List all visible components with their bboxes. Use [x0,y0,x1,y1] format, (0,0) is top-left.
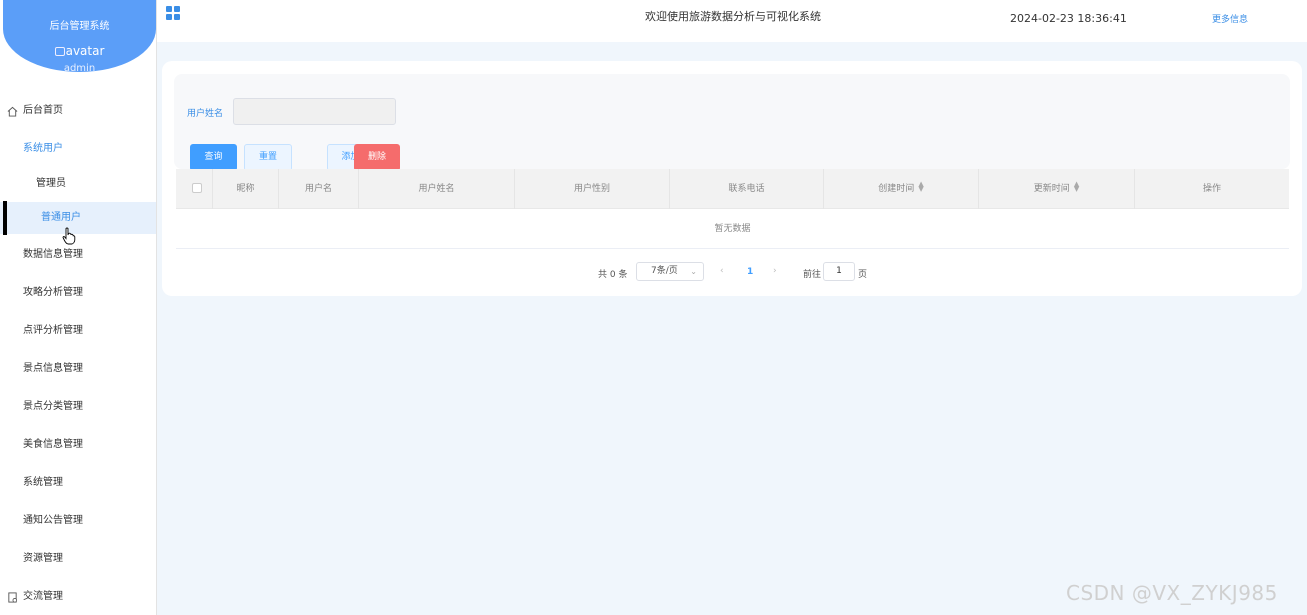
sidebar: 后台管理系统 avatar admin 后台首页 系统用户 管理员 普通用户 数… [0,0,157,615]
sidebar-item-label: 后台首页 [23,105,63,116]
watermark: CSDN @VX_ZYKJ985 [1066,581,1278,605]
menu-toggle-icon[interactable] [166,6,180,20]
system-name: 后台管理系统 [49,21,110,32]
col-actions: 操作 [1202,184,1221,194]
avatar-alt: avatar [65,44,105,58]
sidebar-item-label: 交流管理 [23,591,63,602]
col-username: 用户名 [279,169,359,209]
col-created-label: 创建时间 [878,184,915,194]
filter-panel: 用户姓名 查询 重置 添加 删除 [174,74,1290,171]
search-button[interactable]: 查询 [190,144,237,171]
sidebar-item-label: 普通用户 [41,212,81,223]
select-all-cell [176,169,213,209]
sidebar-item-exchange[interactable]: 交流管理 [0,581,156,613]
sort-icon[interactable]: ▲ ▼ [918,181,923,193]
sidebar-item-home[interactable]: 后台首页 [0,95,156,127]
empty-state: 暂无数据 [176,209,1289,249]
broken-image-icon [54,47,65,56]
home-icon [7,106,18,117]
chevron-down-icon: ⌄ [690,267,697,276]
sidebar-item-system-mgmt[interactable]: 系统管理 [0,467,156,499]
sidebar-item-label: 系统管理 [23,477,63,488]
sidebar-header: 后台管理系统 avatar admin [3,0,156,74]
goto-label: 前往 [803,270,822,280]
sidebar-item-review[interactable]: 点评分析管理 [0,315,156,347]
sidebar-item-normal-users[interactable]: 普通用户 [0,202,156,234]
sidebar-item-scenic-info[interactable]: 景点信息管理 [0,353,156,385]
realname-label: 用户姓名 [187,109,224,119]
col-updated[interactable]: 更新时间 ▲ ▼ [979,169,1135,209]
sidebar-item-strategy[interactable]: 攻略分析管理 [0,277,156,309]
reset-button[interactable]: 重置 [244,144,292,171]
sidebar-item-label: 系统用户 [23,143,63,154]
sidebar-item-notice[interactable]: 通知公告管理 [0,505,156,537]
sidebar-item-label: 通知公告管理 [23,515,83,526]
current-page[interactable]: 1 [747,267,753,277]
username: admin [63,63,96,74]
sort-icon[interactable]: ▲ ▼ [1074,181,1079,193]
prev-page-icon[interactable]: ‹ [720,266,724,276]
sidebar-item-food[interactable]: 美食信息管理 [0,429,156,461]
document-icon [8,592,18,603]
col-gender: 用户性别 [515,169,670,209]
sidebar-item-scenic-category[interactable]: 景点分类管理 [0,391,156,423]
avatar: avatar [3,44,156,58]
content-card: 用户姓名 查询 重置 添加 删除 昵称 用户名 用户姓名 用户性别 联系电话 创… [162,61,1302,296]
sidebar-item-label: 攻略分析管理 [23,287,83,298]
active-indicator [3,201,7,235]
delete-button[interactable]: 删除 [354,144,400,171]
sidebar-item-label: 美食信息管理 [23,439,83,450]
sidebar-item-label: 管理员 [36,178,66,189]
more-info-link[interactable]: 更多信息 [1212,12,1248,25]
page-size-select[interactable]: 7条/页 ⌄ [636,262,704,281]
top-bar: 欢迎使用旅游数据分析与可视化系统 2024-02-23 18:36:41 更多信… [157,0,1307,42]
sidebar-item-data-info[interactable]: 数据信息管理 [0,239,156,271]
sidebar-item-resource[interactable]: 资源管理 [0,543,156,575]
datetime: 2024-02-23 18:36:41 [1010,12,1127,25]
realname-input[interactable] [233,98,396,125]
goto-page-input[interactable]: 1 [823,262,855,281]
sidebar-item-admins[interactable]: 管理员 [0,168,156,200]
page-unit-label: 页 [858,270,868,280]
sidebar-item-system-users[interactable]: 系统用户 [0,133,156,165]
table-header: 昵称 用户名 用户姓名 用户性别 联系电话 创建时间 ▲ ▼ 更新时间 ▲ ▼ 操作 [176,169,1289,209]
select-all-checkbox[interactable] [192,183,202,193]
total-count: 共 0 条 [598,270,628,280]
col-phone: 联系电话 [670,169,824,209]
sidebar-item-label: 景点分类管理 [23,401,83,412]
sidebar-item-label: 点评分析管理 [23,325,83,336]
page-size-value: 7条/页 [651,266,678,276]
col-realname: 用户姓名 [359,169,515,209]
sidebar-item-label: 景点信息管理 [23,363,83,374]
sidebar-item-label: 资源管理 [23,553,63,564]
col-created[interactable]: 创建时间 ▲ ▼ [824,169,979,209]
col-nickname: 昵称 [213,169,279,209]
welcome-title: 欢迎使用旅游数据分析与可视化系统 [645,10,821,23]
next-page-icon[interactable]: › [773,266,777,276]
sidebar-item-label: 数据信息管理 [23,249,83,260]
col-updated-label: 更新时间 [1033,184,1070,194]
pagination: 共 0 条 7条/页 ⌄ ‹ 1 › 前往 1 页 [162,261,1302,283]
